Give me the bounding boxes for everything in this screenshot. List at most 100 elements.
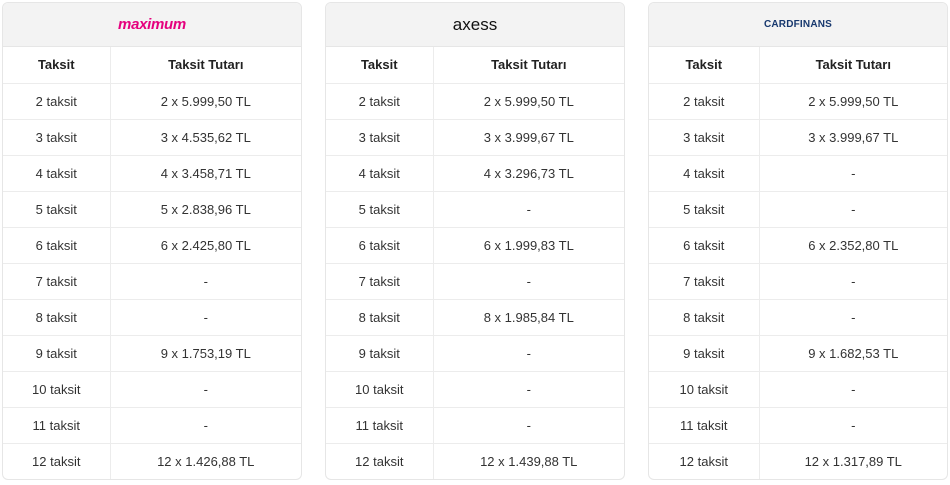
card-header: maximum [3, 3, 301, 47]
axess-logo: axess [452, 14, 498, 34]
installment-amount-cell: 6 x 1.999,83 TL [433, 227, 624, 264]
installment-count-cell: 2 taksit [649, 83, 760, 120]
table-row: 9 taksit 9 x 1.753,19 TL [3, 335, 301, 372]
table-row: 6 taksit 6 x 1.999,83 TL [326, 227, 624, 264]
column-header-amount: Taksit Tutarı [433, 47, 624, 84]
table-row: 4 taksit 4 x 3.458,71 TL [3, 155, 301, 192]
table-row: 12 taksit 12 x 1.439,88 TL [326, 443, 624, 479]
table-row: 11 taksit - [3, 407, 301, 444]
installment-amount-cell: - [759, 191, 947, 228]
installment-table: Taksit Taksit Tutarı 2 taksit 2 x 5.999,5… [326, 47, 624, 479]
table-row: 12 taksit 12 x 1.426,88 TL [3, 443, 301, 479]
installment-count-cell: 3 taksit [326, 119, 434, 156]
installment-count-cell: 7 taksit [649, 263, 760, 300]
table-row: 7 taksit - [326, 263, 624, 300]
installment-amount-cell: - [759, 263, 947, 300]
table-row: 8 taksit - [649, 299, 947, 336]
table-row: 8 taksit - [3, 299, 301, 336]
maximum-logo: maximum [118, 16, 186, 33]
installment-count-cell: 6 taksit [3, 227, 111, 264]
installment-count-cell: 8 taksit [3, 299, 111, 336]
installment-amount-cell: - [759, 407, 947, 444]
installment-count-cell: 4 taksit [649, 155, 760, 192]
table-row: 11 taksit - [649, 407, 947, 444]
installment-amount-cell: - [759, 371, 947, 408]
installment-count-cell: 3 taksit [3, 119, 111, 156]
installment-amount-cell: - [759, 299, 947, 336]
installment-amount-cell: 12 x 1.426,88 TL [157, 453, 255, 469]
table-row: 7 taksit - [3, 263, 301, 300]
installment-amount-cell: 12 x 1.439,88 TL [480, 453, 578, 469]
installment-amount-cell: 8 x 1.985,84 TL [433, 299, 624, 336]
table-header-row: Taksit Taksit Tutarı [649, 47, 947, 84]
table-header-row: Taksit Taksit Tutarı [3, 47, 301, 84]
table-row: 2 taksit 2 x 5.999,50 TL [326, 83, 624, 120]
installment-card-cardfinans: CARDFINANS Taksit Taksit Tutarı 2 taksit… [648, 2, 948, 480]
installment-amount-cell: - [433, 371, 624, 408]
installment-count-cell: 6 taksit [326, 227, 434, 264]
table-row: 10 taksit - [649, 371, 947, 408]
table-header-row: Taksit Taksit Tutarı [326, 47, 624, 84]
table-row: 10 taksit - [326, 371, 624, 408]
installment-count-cell: 9 taksit [326, 335, 434, 372]
installment-amount-cell: 6 x 2.352,80 TL [759, 227, 947, 264]
installment-amount-cell: - [433, 191, 624, 228]
installment-count-cell: 3 taksit [649, 119, 760, 156]
installment-amount-cell: - [433, 407, 624, 444]
installment-amount-cell: 6 x 2.425,80 TL [110, 227, 301, 264]
table-row: 5 taksit 5 x 2.838,96 TL [3, 191, 301, 228]
table-row: 11 taksit - [326, 407, 624, 444]
installment-amount-cell: - [110, 407, 301, 444]
installment-count-cell: 12 taksit [3, 443, 111, 479]
table-row: 5 taksit - [326, 191, 624, 228]
installment-table: Taksit Taksit Tutarı 2 taksit 2 x 5.999,5… [3, 47, 301, 479]
installment-amount-cell: 2 x 5.999,50 TL [433, 83, 624, 120]
installment-count-cell: 11 taksit [3, 407, 111, 444]
table-row: 10 taksit - [3, 371, 301, 408]
installment-amount-cell: 5 x 2.838,96 TL [110, 191, 301, 228]
installment-count-cell: 7 taksit [3, 263, 111, 300]
installment-count-cell: 9 taksit [649, 335, 760, 372]
installment-amount-cell: - [433, 335, 624, 372]
table-row: 3 taksit 3 x 3.999,67 TL [326, 119, 624, 156]
installment-count-cell: 8 taksit [326, 299, 434, 336]
table-row: 2 taksit 2 x 5.999,50 TL [3, 83, 301, 120]
installment-count-cell: 5 taksit [3, 191, 111, 228]
installment-count-cell: 4 taksit [326, 155, 434, 192]
table-row: 9 taksit 9 x 1.682,53 TL [649, 335, 947, 372]
installment-amount-cell: - [433, 263, 624, 300]
installment-count-cell: 12 taksit [649, 443, 760, 479]
installment-amount-cell: 4 x 3.458,71 TL [110, 155, 301, 192]
installment-count-cell: 2 taksit [3, 83, 111, 120]
installment-amount-cell: - [110, 263, 301, 300]
table-row: 4 taksit 4 x 3.296,73 TL [326, 155, 624, 192]
installment-card-maximum: maximum Taksit Taksit Tutarı 2 taksit 2 x… [2, 2, 302, 480]
installment-count-cell: 10 taksit [326, 371, 434, 408]
card-header: axess [326, 3, 624, 47]
installment-amount-cell: - [759, 155, 947, 192]
table-row: 3 taksit 3 x 4.535,62 TL [3, 119, 301, 156]
installment-count-cell: 11 taksit [649, 407, 760, 444]
table-row: 7 taksit - [649, 263, 947, 300]
installment-amount-cell: 3 x 4.535,62 TL [110, 119, 301, 156]
installment-amount-cell: 2 x 5.999,50 TL [759, 83, 947, 120]
installment-count-cell: 5 taksit [649, 191, 760, 228]
table-row: 12 taksit 12 x 1.317,89 TL [649, 443, 947, 479]
installment-amount-cell: 4 x 3.296,73 TL [433, 155, 624, 192]
column-header-amount: Taksit Tutarı [110, 47, 301, 84]
installment-count-cell: 2 taksit [326, 83, 434, 120]
table-row: 6 taksit 6 x 2.352,80 TL [649, 227, 947, 264]
installment-count-cell: 4 taksit [3, 155, 111, 192]
installment-amount-cell: 3 x 3.999,67 TL [433, 119, 624, 156]
installment-card-axess: axess Taksit Taksit Tutarı 2 taksit 2 x 5… [325, 2, 625, 480]
table-row: 3 taksit 3 x 3.999,67 TL [649, 119, 947, 156]
installment-count-cell: 8 taksit [649, 299, 760, 336]
table-row: 4 taksit - [649, 155, 947, 192]
table-row: 9 taksit - [326, 335, 624, 372]
installment-count-cell: 10 taksit [649, 371, 760, 408]
table-row: 8 taksit 8 x 1.985,84 TL [326, 299, 624, 336]
installment-count-cell: 5 taksit [326, 191, 434, 228]
installment-amount-cell: - [110, 371, 301, 408]
table-row: 2 taksit 2 x 5.999,50 TL [649, 83, 947, 120]
installment-count-cell: 6 taksit [649, 227, 760, 264]
